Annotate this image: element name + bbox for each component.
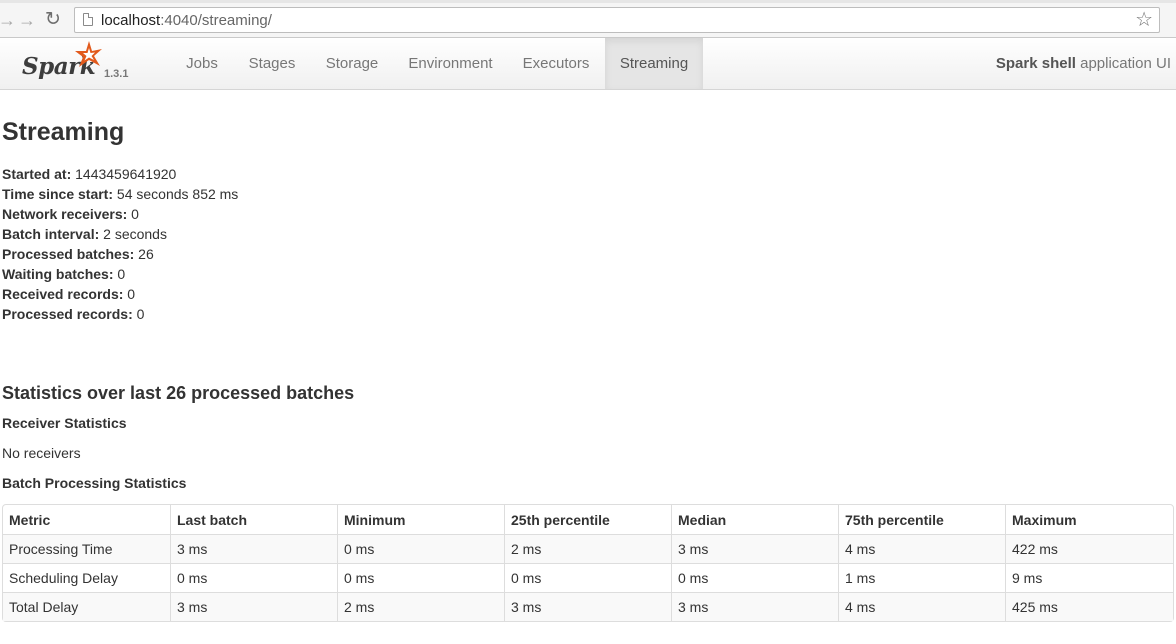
- column-header: Maximum: [1005, 505, 1173, 534]
- stat-value: 0: [113, 266, 126, 282]
- application-title: Spark shell application UI: [996, 38, 1171, 89]
- table-cell: 0 ms: [671, 563, 838, 592]
- table-cell: Processing Time: [3, 534, 170, 563]
- table-cell: 0 ms: [504, 563, 671, 592]
- stat-received-records: Received records: 0: [2, 284, 238, 304]
- table-cell: 0 ms: [337, 534, 504, 563]
- table-row: Scheduling Delay 0 ms 0 ms 0 ms 0 ms 1 m…: [3, 563, 1173, 592]
- table-cell: 0 ms: [337, 563, 504, 592]
- back-arrow-icon[interactable]: →: [0, 10, 16, 30]
- tab-jobs[interactable]: Jobs: [171, 38, 233, 89]
- table-cell: 3 ms: [170, 534, 337, 563]
- table-cell: 4 ms: [838, 534, 1005, 563]
- column-header: Metric: [9, 511, 51, 528]
- table-cell: 1 ms: [838, 563, 1005, 592]
- streaming-summary: Started at: 1443459641920 Time since sta…: [2, 164, 238, 324]
- column-header: Minimum: [337, 505, 504, 534]
- table-row: Total Delay 3 ms 2 ms 3 ms 3 ms 4 ms 425…: [3, 592, 1173, 621]
- url-host: localhost: [101, 12, 161, 29]
- table-cell: 3 ms: [671, 534, 838, 563]
- stat-value: 1443459641920: [71, 166, 177, 182]
- forward-arrow-icon[interactable]: →: [18, 10, 36, 30]
- tab-stages[interactable]: Stages: [234, 38, 310, 89]
- table-row: Processing Time 3 ms 0 ms 2 ms 3 ms 4 ms…: [3, 534, 1173, 563]
- tab-executors[interactable]: Executors: [508, 38, 604, 89]
- table-cell: 3 ms: [504, 592, 671, 621]
- stat-value: 0: [127, 206, 139, 222]
- table-cell: 2 ms: [337, 592, 504, 621]
- stat-label: Network receivers:: [2, 206, 128, 222]
- reload-icon[interactable]: ↻: [45, 10, 61, 30]
- spark-logo[interactable]: Spark 1.3.1: [22, 40, 142, 86]
- table-cell: 3 ms: [170, 592, 337, 621]
- star-icon[interactable]: ☆: [1135, 8, 1153, 32]
- app-suffix: application UI: [1075, 55, 1171, 72]
- spark-navbar: Spark 1.3.1 Jobs Stages Storage Environm…: [0, 38, 1176, 90]
- stat-processed-records: Processed records: 0: [2, 304, 238, 324]
- statistics-heading: Statistics over last 26 processed batche…: [2, 383, 355, 403]
- stat-label: Started at:: [2, 166, 72, 182]
- tab-environment[interactable]: Environment: [394, 38, 507, 89]
- stat-value: 2 seconds: [99, 226, 167, 242]
- table-cell: 4 ms: [838, 592, 1005, 621]
- table-cell: 0 ms: [170, 563, 337, 592]
- no-receivers-text: No receivers: [2, 445, 81, 461]
- batch-statistics-table: Metric Last batch Minimum 25th percentil…: [2, 504, 1174, 622]
- stat-time-since-start: Time since start: 54 seconds 852 ms: [2, 184, 238, 204]
- stat-label: Received records:: [2, 286, 124, 302]
- column-header: 25th percentile: [504, 505, 671, 534]
- stat-label: Processed batches:: [2, 246, 135, 262]
- stat-value: 0: [123, 286, 136, 302]
- stat-label: Waiting batches:: [2, 266, 114, 282]
- tab-storage[interactable]: Storage: [311, 38, 393, 89]
- column-header: 75th percentile: [838, 505, 1005, 534]
- receiver-statistics-heading: Receiver Statistics: [2, 415, 127, 431]
- stat-processed-batches: Processed batches: 26: [2, 244, 238, 264]
- column-header: Last batch: [170, 505, 337, 534]
- stat-network-receivers: Network receivers: 0: [2, 204, 238, 224]
- batch-processing-heading: Batch Processing Statistics: [2, 475, 187, 491]
- stat-value: 54 seconds 852 ms: [113, 186, 239, 202]
- table-header-row: Metric Last batch Minimum 25th percentil…: [3, 505, 1173, 534]
- table-cell: 425 ms: [1005, 592, 1173, 621]
- app-name: Spark shell: [995, 55, 1076, 72]
- spark-star-icon: [75, 41, 102, 67]
- url-path: :4040/streaming/: [160, 12, 272, 29]
- spark-version: 1.3.1: [104, 68, 129, 80]
- table-cell: Total Delay: [3, 592, 170, 621]
- table-cell: 2 ms: [504, 534, 671, 563]
- column-header: Median: [671, 505, 838, 534]
- page-title: Streaming: [2, 118, 125, 146]
- table-cell: 422 ms: [1005, 534, 1173, 563]
- browser-toolbar: → → ↻ localhost:4040/streaming/ ☆: [0, 3, 1176, 38]
- address-bar[interactable]: localhost:4040/streaming/ ☆: [74, 7, 1160, 33]
- stat-label: Time since start:: [2, 186, 114, 202]
- tab-streaming[interactable]: Streaming: [605, 38, 703, 89]
- stat-value: 0: [132, 306, 145, 322]
- page-icon: [83, 13, 93, 26]
- stat-waiting-batches: Waiting batches: 0: [2, 264, 238, 284]
- stat-batch-interval: Batch interval: 2 seconds: [2, 224, 238, 244]
- table-cell: 9 ms: [1005, 563, 1173, 592]
- stat-label: Processed records:: [2, 306, 133, 322]
- stat-value: 26: [134, 246, 154, 262]
- stat-label: Batch interval:: [2, 226, 100, 242]
- table-cell: Scheduling Delay: [3, 563, 170, 592]
- stat-started-at: Started at: 1443459641920: [2, 164, 238, 184]
- table-cell: 3 ms: [671, 592, 838, 621]
- url-text[interactable]: localhost:4040/streaming/: [101, 12, 272, 29]
